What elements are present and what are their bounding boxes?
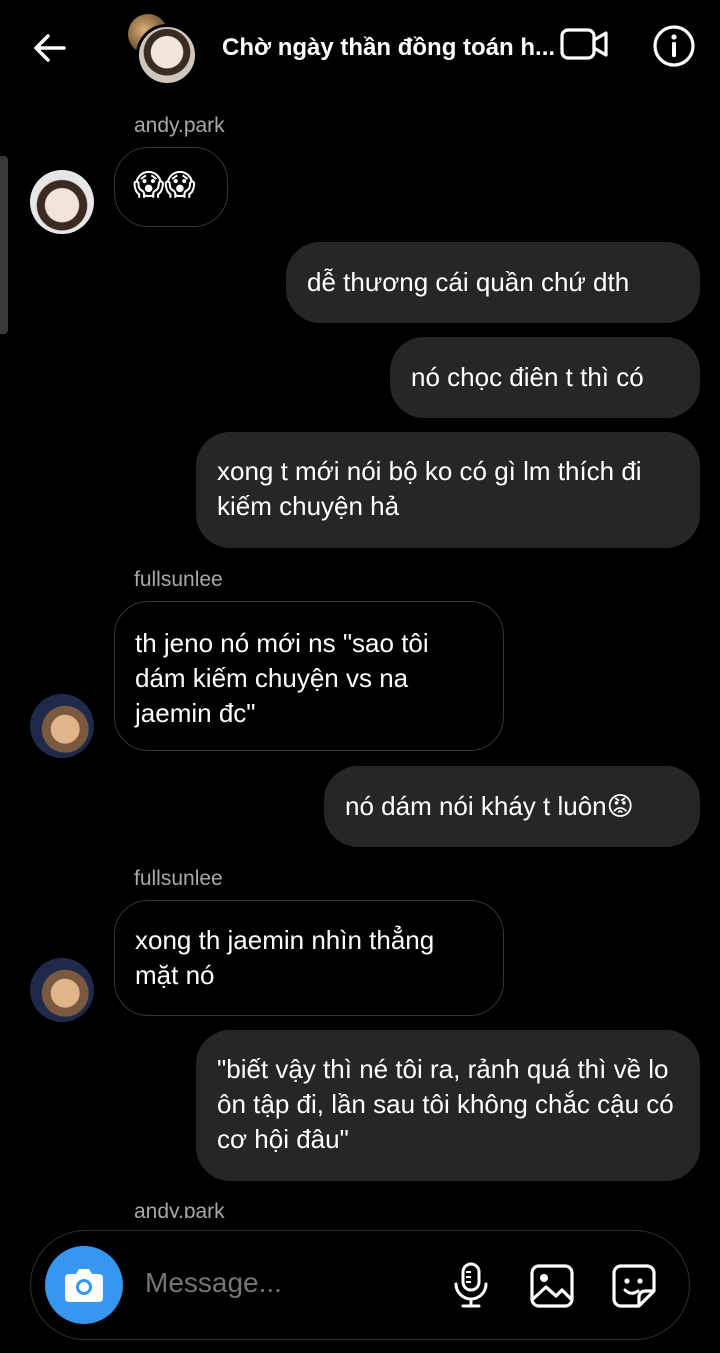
message-bubble-outgoing[interactable]: xong t mới nói bộ ko có gì lm thích đi k… <box>196 432 700 548</box>
message-bubble-outgoing[interactable]: dễ thương cái quần chứ dth <box>286 242 700 323</box>
message-text: xong t mới nói bộ ko có gì lm thích đi k… <box>217 456 642 521</box>
message-text: "biết vậy thì né tôi ra, rảnh quá thì về… <box>217 1054 674 1154</box>
arrow-left-icon[interactable] <box>28 26 72 70</box>
camera-icon <box>65 1269 103 1302</box>
sticker-icon[interactable] <box>611 1263 657 1309</box>
message-bubble-incoming[interactable]: 😱😱 <box>114 147 228 227</box>
message-text: nó chọc điên t thì có <box>411 362 644 392</box>
message-text: xong th jaemin nhìn thẳng mặt nó <box>135 925 435 990</box>
divider <box>0 1218 720 1230</box>
group-avatar[interactable] <box>124 12 200 86</box>
message-bubble-incoming[interactable]: th jeno nó mới ns "sao tôi dám kiếm chuy… <box>114 601 504 751</box>
message-text: dễ thương cái quần chứ dth <box>307 267 630 297</box>
message-bubble-outgoing[interactable]: "biết vậy thì né tôi ra, rảnh quá thì về… <box>196 1030 700 1181</box>
message-bubble-outgoing[interactable]: nó chọc điên t thì có <box>390 337 700 418</box>
group-avatar-front <box>136 24 198 86</box>
sender-name: andy.park <box>134 1200 225 1220</box>
avatar[interactable] <box>30 958 94 1022</box>
message-text: nó dám nói kháy t luôn😡 <box>345 791 634 821</box>
message-bubble-incoming[interactable]: xong th jaemin nhìn thẳng mặt nó <box>114 900 504 1016</box>
message-text: th jeno nó mới ns "sao tôi dám kiếm chuy… <box>135 628 429 728</box>
message-bubble-outgoing[interactable]: nó dám nói kháy t luôn😡 <box>324 766 700 847</box>
camera-button[interactable] <box>45 1246 123 1324</box>
sender-name: andy.park <box>134 114 225 137</box>
chat-title[interactable]: Chờ ngày thần đồng toán h... <box>222 34 562 62</box>
scrollbar[interactable] <box>0 156 8 334</box>
sender-name: fullsunlee <box>134 568 223 591</box>
chat-header: Chờ ngày thần đồng toán h... <box>0 0 720 96</box>
microphone-icon[interactable] <box>451 1261 491 1309</box>
info-icon[interactable] <box>652 24 696 68</box>
avatar[interactable] <box>30 694 94 758</box>
message-text: 😱😱 <box>133 169 196 202</box>
gallery-icon[interactable] <box>529 1263 575 1309</box>
message-input[interactable] <box>145 1267 425 1299</box>
sender-name: fullsunlee <box>134 867 223 890</box>
video-call-icon[interactable] <box>560 24 610 64</box>
message-composer <box>30 1230 690 1340</box>
avatar[interactable] <box>30 170 94 234</box>
